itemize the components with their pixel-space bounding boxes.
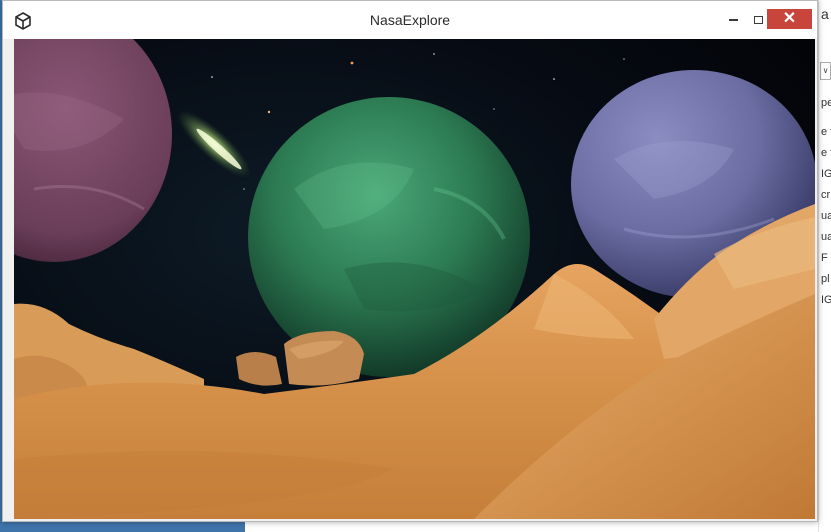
scene-render: [14, 39, 815, 519]
chevron-down-icon: ∨: [822, 66, 829, 75]
close-icon: ✕: [782, 10, 797, 27]
side-text-fragment: ua: [821, 210, 831, 222]
side-text-fragment: IG: [821, 294, 831, 306]
combo-dropdown[interactable]: ∨: [820, 62, 831, 80]
side-text-fragment: IG: [821, 168, 831, 180]
side-text-fragment: pe: [821, 97, 831, 109]
title-bar[interactable]: NasaExplore ✕: [3, 1, 817, 39]
close-button[interactable]: ✕: [767, 9, 812, 29]
maximize-icon: [753, 15, 763, 24]
side-text-fragment: a: [821, 6, 829, 22]
window-title: NasaExplore: [369, 12, 451, 28]
side-text-fragment: e f: [821, 147, 831, 159]
app-window: NasaExplore ✕: [2, 0, 818, 522]
side-text-fragment: F F: [821, 252, 831, 264]
background-side-panel: a ∨ pe e f e f IG cr ua ua F F pl IG: [818, 0, 831, 532]
side-text-fragment: ua: [821, 231, 831, 243]
side-text-fragment: pl: [821, 273, 830, 285]
side-text-fragment: cr: [821, 189, 831, 201]
game-viewport[interactable]: [14, 39, 815, 519]
minimize-icon: [728, 18, 738, 21]
side-text-fragment: e f: [821, 126, 831, 138]
minimize-button[interactable]: [720, 9, 746, 29]
